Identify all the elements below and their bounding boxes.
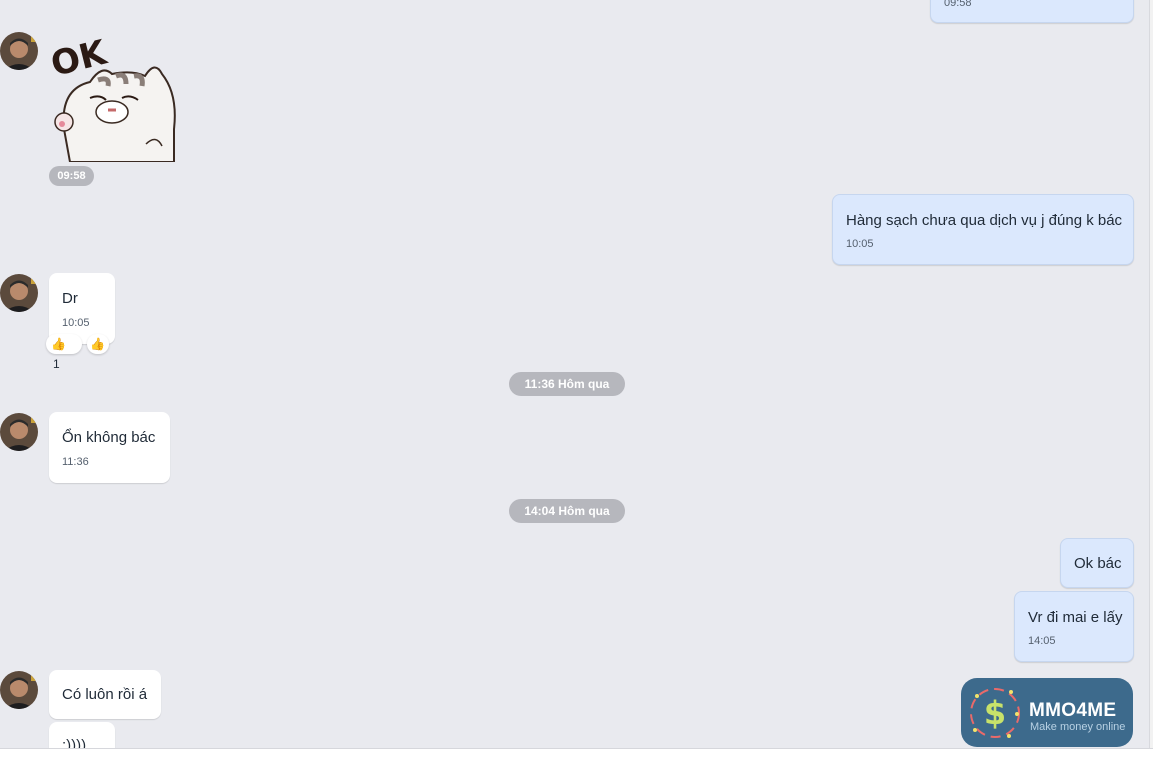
message-text: Vr đi mai e lấy [1028,609,1123,626]
message-time: 09:58 [944,0,972,9]
message-text: Có luôn rồi á [62,686,148,703]
avatar[interactable] [0,413,38,451]
avatar[interactable] [0,32,38,70]
date-divider: 11:36 Hôm qua [509,372,625,396]
sticker-time: 09:58 [49,166,94,186]
dollar-icon: $ [970,688,1020,738]
message-bubble-incoming[interactable]: :)))) [49,722,115,749]
reaction-badge[interactable]: 👍 1 [46,334,82,371]
message-bubble-outgoing[interactable]: Hàng sạch chưa qua dịch vụ j đúng k bác … [832,194,1134,265]
svg-text:$: $ [984,694,1006,732]
ok-cat-sticker[interactable]: OK [47,32,180,163]
message-bubble-incoming[interactable]: Có luôn rồi á [49,670,161,719]
message-time: 10:05 [62,317,90,329]
message-composer-edge [0,748,1153,761]
message-time: 14:05 [1028,635,1056,647]
scrollbar[interactable] [1149,0,1153,749]
reaction-count: 1 [53,357,60,371]
message-time: 10:05 [846,238,874,250]
message-time: 11:36 [62,456,89,468]
message-bubble-outgoing[interactable]: Ok bác [1060,538,1134,588]
message-text: Ok bác [1074,555,1122,572]
message-bubble-outgoing[interactable]: Vr đi mai e lấy 14:05 [1014,591,1134,662]
message-text: Hàng sạch chưa qua dịch vụ j đúng k bác [846,212,1123,229]
avatar[interactable] [0,671,38,709]
logo-subtitle: Make money online [1030,721,1126,733]
message-text: Dr [62,290,78,307]
avatar[interactable] [0,274,38,312]
message-bubble-outgoing[interactable]: 09:58 [930,0,1134,23]
thumbs-up-icon: 👍 [90,337,105,351]
thumbs-up-icon: 👍 [51,337,66,351]
date-divider: 14:04 Hôm qua [509,499,625,523]
mmo4me-logo: $ MMO4ME Make money online [961,678,1133,747]
message-bubble-incoming[interactable]: Ổn không bác 11:36 [49,412,170,483]
chat-message-list[interactable]: 09:58 OK 09:58 Hàng sạch chưa qua dịch v… [0,0,1150,749]
message-text: Ổn không bác [62,429,156,446]
add-reaction-button[interactable]: 👍 [87,334,109,354]
logo-title: MMO4ME [1029,700,1117,721]
